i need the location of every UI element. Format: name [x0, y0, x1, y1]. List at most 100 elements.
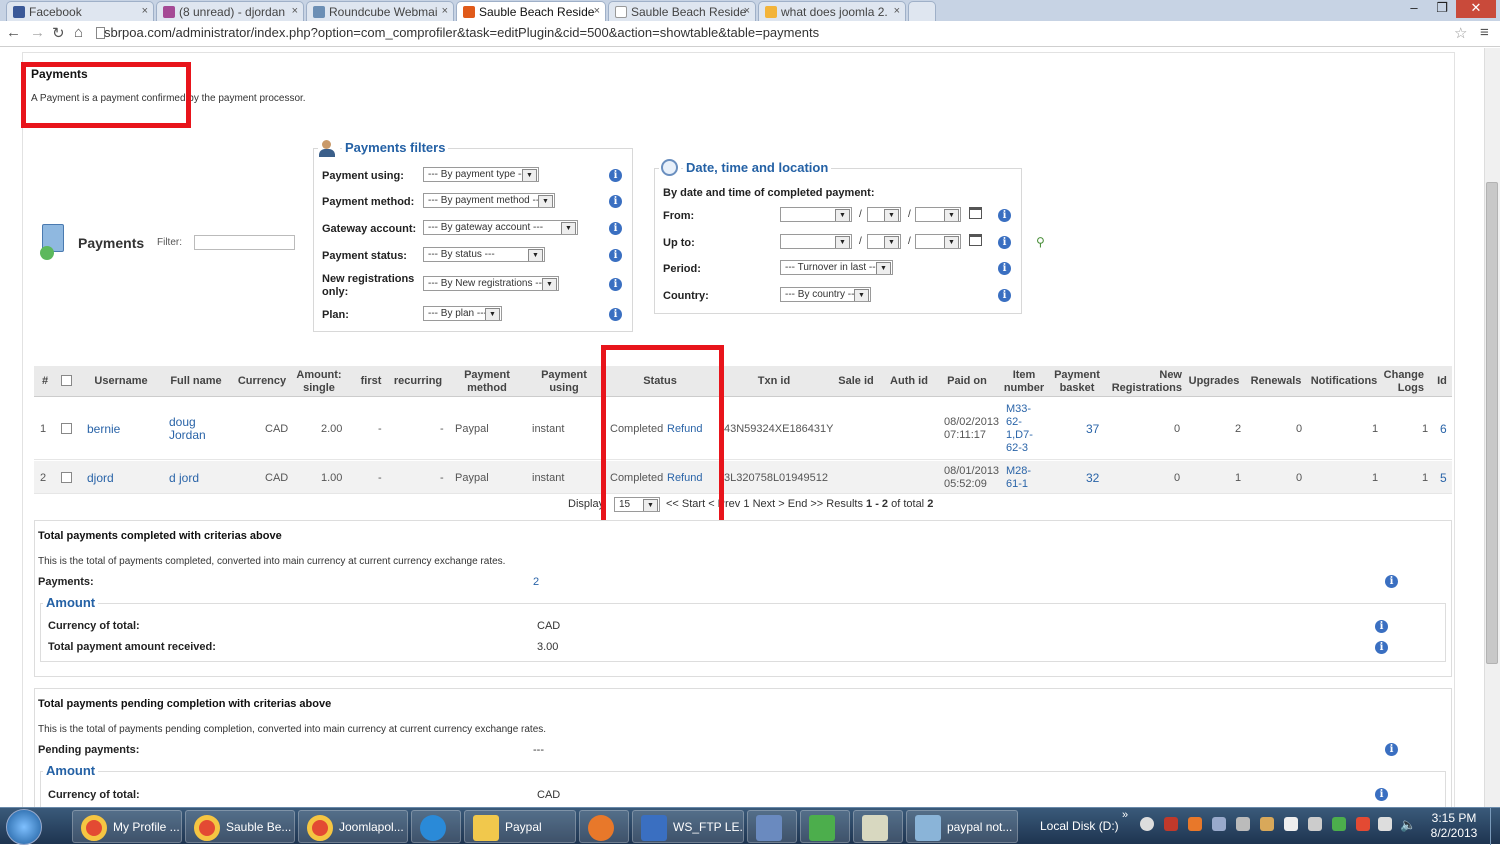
calendar-icon[interactable]: [969, 234, 982, 246]
search-icon[interactable]: ⚲: [1036, 235, 1045, 249]
col-upgrades[interactable]: Upgrades: [1186, 375, 1242, 388]
info-icon[interactable]: i: [1375, 641, 1388, 654]
select-all-checkbox[interactable]: [61, 375, 72, 386]
tray-icon[interactable]: [1260, 817, 1274, 831]
back-icon[interactable]: ←: [6, 24, 21, 41]
close-tab-icon[interactable]: ×: [142, 5, 148, 17]
new-registrations-select[interactable]: --- By New registrations ---: [423, 276, 559, 291]
filter-input[interactable]: [194, 235, 295, 250]
taskbar-paypal-folder[interactable]: Paypal: [464, 810, 576, 843]
close-window-icon[interactable]: ✕: [1456, 0, 1496, 18]
info-icon[interactable]: i: [609, 169, 622, 182]
volume-icon[interactable]: 🔈: [1400, 817, 1416, 833]
taskbar-chrome-sauble[interactable]: Sauble Be...: [185, 810, 295, 843]
home-icon[interactable]: ⌂: [74, 24, 83, 41]
tab-roundcube[interactable]: Roundcube Webmai ×: [306, 1, 454, 21]
id-link[interactable]: 6: [1440, 422, 1447, 436]
col-first[interactable]: first: [356, 375, 386, 388]
username-link[interactable]: bernie: [87, 422, 120, 436]
payment-status-select[interactable]: --- By status ---: [423, 247, 545, 262]
col-payment-basket[interactable]: Payment basket: [1052, 369, 1102, 395]
upto-year-select[interactable]: [915, 234, 961, 249]
col-username[interactable]: Username: [86, 375, 156, 388]
tray-icon[interactable]: [1308, 817, 1322, 831]
tab-sauble-active[interactable]: Sauble Beach Reside ×: [456, 1, 606, 21]
minimize-icon[interactable]: –: [1400, 0, 1428, 18]
row-checkbox[interactable]: [61, 423, 72, 434]
col-renewals[interactable]: Renewals: [1246, 375, 1306, 388]
info-icon[interactable]: i: [609, 249, 622, 262]
maximize-icon[interactable]: ❐: [1428, 0, 1456, 18]
close-tab-icon[interactable]: ×: [894, 5, 900, 17]
col-change-logs[interactable]: Change Logs: [1382, 369, 1424, 395]
network-icon[interactable]: [1378, 817, 1392, 831]
taskbar-firefox[interactable]: [579, 810, 629, 843]
col-payment-using[interactable]: Payment using: [534, 369, 594, 395]
close-tab-icon[interactable]: ×: [292, 5, 298, 17]
taskbar-ws-ftp[interactable]: WS_FTP LE...: [632, 810, 744, 843]
taskbar-app-2[interactable]: [853, 810, 903, 843]
info-icon[interactable]: i: [1375, 620, 1388, 633]
basket-link[interactable]: 37: [1086, 422, 1099, 436]
plan-select[interactable]: --- By plan ---: [423, 306, 502, 321]
col-currency[interactable]: Currency: [234, 375, 290, 388]
info-icon[interactable]: i: [998, 289, 1011, 302]
upto-month-select[interactable]: [780, 234, 852, 249]
taskbar-chrome-profile[interactable]: My Profile ...: [72, 810, 182, 843]
fullname-link[interactable]: d jord: [169, 471, 199, 485]
upto-day-select[interactable]: [867, 234, 901, 249]
item-number-link[interactable]: M33-62-1,D7-62-3: [1006, 403, 1042, 455]
info-icon[interactable]: i: [609, 222, 622, 235]
taskbar-html-kit[interactable]: [747, 810, 797, 843]
tab-mail[interactable]: (8 unread) - djordan ×: [156, 1, 304, 21]
from-day-select[interactable]: [867, 207, 901, 222]
col-amount-single[interactable]: Amount: single: [294, 369, 344, 395]
fullname-link[interactable]: doug Jordan: [169, 416, 209, 442]
info-icon[interactable]: i: [998, 236, 1011, 249]
show-desktop-button[interactable]: [1490, 808, 1500, 845]
info-icon[interactable]: i: [609, 308, 622, 321]
scrollbar-thumb[interactable]: [1486, 182, 1498, 664]
tab-joomla-search[interactable]: what does joomla 2. ×: [758, 1, 906, 21]
info-icon[interactable]: i: [1385, 575, 1398, 588]
close-tab-icon[interactable]: ×: [442, 5, 448, 17]
col-sale-id[interactable]: Sale id: [834, 375, 878, 388]
tray-icon[interactable]: [1212, 817, 1226, 831]
taskbar-app[interactable]: [800, 810, 850, 843]
pagination-page[interactable]: 1: [743, 498, 749, 510]
close-tab-icon[interactable]: ×: [744, 5, 750, 17]
info-icon[interactable]: i: [1375, 788, 1388, 801]
info-icon[interactable]: i: [609, 278, 622, 291]
from-month-select[interactable]: [780, 207, 852, 222]
col-paid-on[interactable]: Paid on: [942, 375, 992, 388]
from-year-select[interactable]: [915, 207, 961, 222]
info-icon[interactable]: i: [998, 209, 1011, 222]
col-item-number[interactable]: Item number: [1000, 369, 1048, 395]
col-fullname[interactable]: Full name: [166, 375, 226, 388]
info-icon[interactable]: i: [998, 262, 1011, 275]
pagination-next[interactable]: Next >: [753, 498, 785, 510]
username-link[interactable]: djord: [87, 471, 114, 485]
col-txn-id[interactable]: Txn id: [744, 375, 804, 388]
tray-icon[interactable]: [1332, 817, 1346, 831]
tray-icon[interactable]: [1236, 817, 1250, 831]
taskbar-internet-explorer[interactable]: [411, 810, 461, 843]
taskbar-chrome-joomla[interactable]: Joomlapol...: [298, 810, 408, 843]
col-auth-id[interactable]: Auth id: [886, 375, 932, 388]
row-checkbox[interactable]: [61, 472, 72, 483]
col-notifications[interactable]: Notifications: [1308, 375, 1380, 388]
basket-link[interactable]: 32: [1086, 471, 1099, 485]
col-id[interactable]: Id: [1434, 375, 1450, 388]
id-link[interactable]: 5: [1440, 471, 1447, 485]
col-payment-method[interactable]: Payment method: [454, 369, 520, 395]
item-number-link[interactable]: M28-61-1: [1006, 465, 1036, 491]
country-select[interactable]: --- By country ---: [780, 287, 871, 302]
payment-method-select[interactable]: --- By payment method ---: [423, 193, 555, 208]
info-icon[interactable]: i: [609, 195, 622, 208]
tab-sauble[interactable]: Sauble Beach Reside ×: [608, 1, 756, 21]
col-new-registrations[interactable]: New Registrations: [1106, 369, 1182, 395]
gateway-account-select[interactable]: --- By gateway account ---: [423, 220, 578, 235]
tray-icon[interactable]: [1284, 817, 1298, 831]
pagination-end[interactable]: End >>: [788, 498, 823, 510]
tray-icon[interactable]: [1188, 817, 1202, 831]
